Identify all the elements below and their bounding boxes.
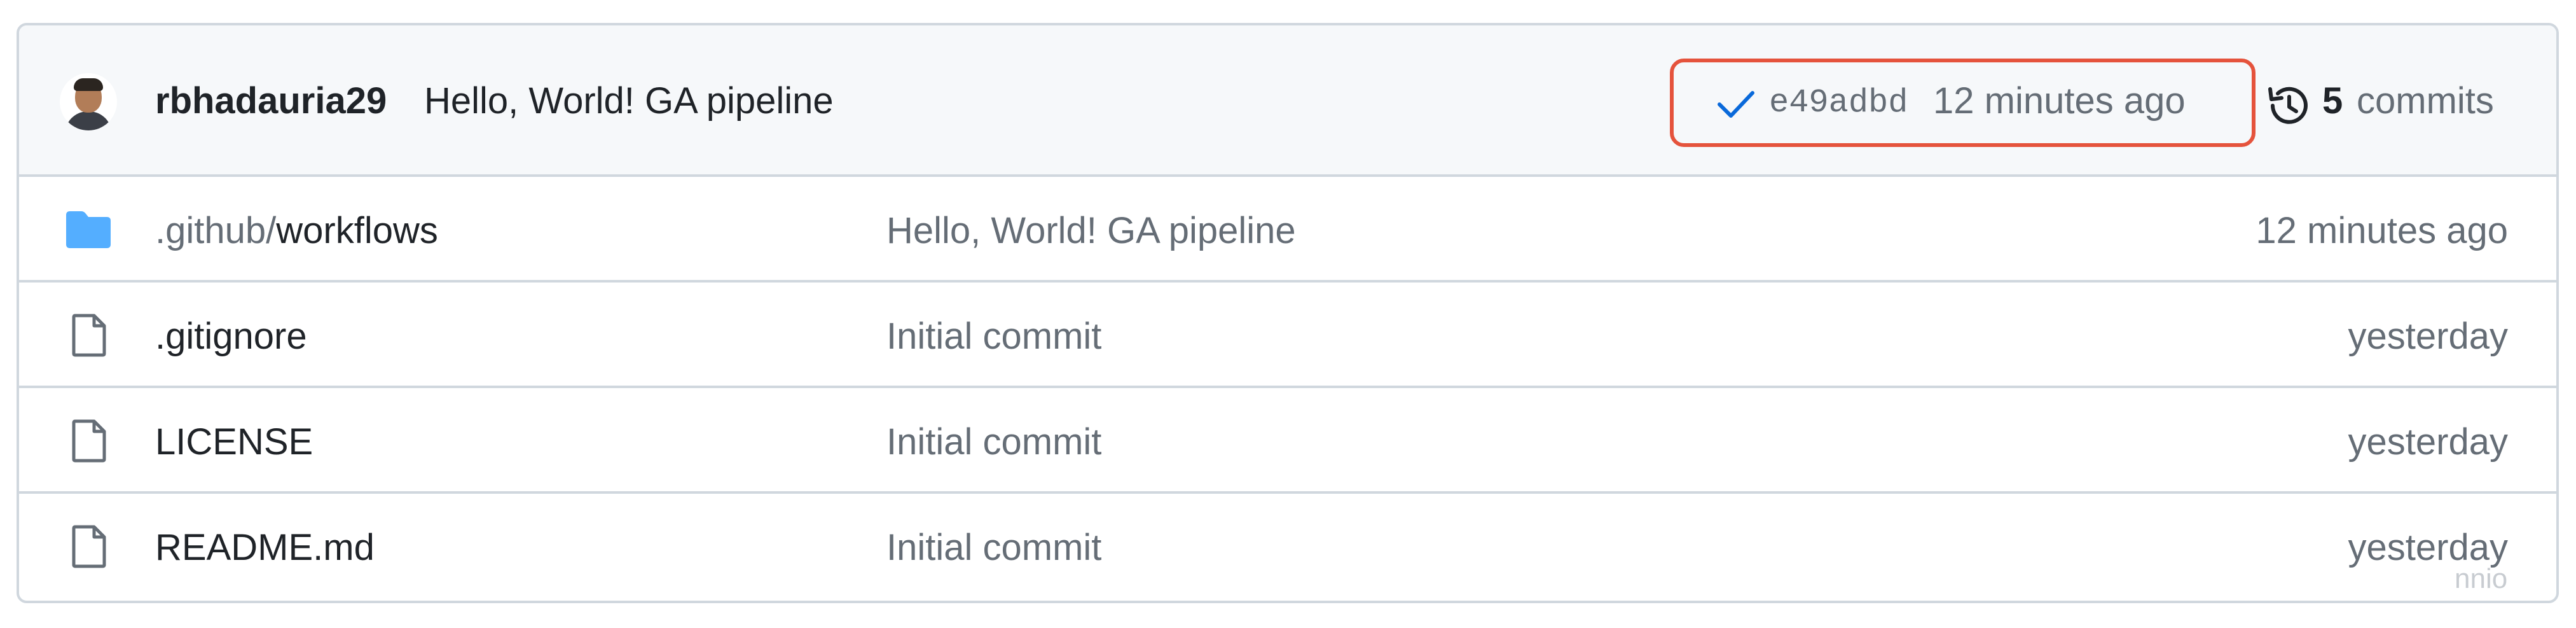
check-icon[interactable] xyxy=(1711,81,1761,126)
history-icon[interactable] xyxy=(2264,81,2312,130)
folder-path-prefix: .github/ xyxy=(155,210,277,251)
file-name-link[interactable]: .gitignore xyxy=(155,318,307,355)
folder-icon xyxy=(66,211,111,248)
file-row-readme[interactable]: README.md Initial commit yesterday xyxy=(19,494,2556,599)
file-row-license[interactable]: LICENSE Initial commit yesterday xyxy=(19,388,2556,494)
file-commit-message-link[interactable]: Initial commit xyxy=(886,424,1101,461)
commit-message-link[interactable]: Hello, World! GA pipeline xyxy=(424,83,834,120)
commits-link[interactable]: commits xyxy=(2357,83,2494,120)
watermark: nnio xyxy=(2455,563,2508,594)
file-name-link[interactable]: LICENSE xyxy=(155,424,313,461)
file-name-link[interactable]: README.md xyxy=(155,529,375,566)
file-icon xyxy=(72,525,106,568)
commit-time: 12 minutes ago xyxy=(1933,80,2186,122)
file-commit-age: yesterday xyxy=(2348,527,2508,568)
file-commit-message-link[interactable]: Initial commit xyxy=(886,318,1101,355)
file-icon xyxy=(72,419,106,463)
file-row-workflows[interactable]: .github/workflows Hello, World! GA pipel… xyxy=(19,177,2556,283)
file-commit-message-link[interactable]: Hello, World! GA pipeline xyxy=(886,213,1296,249)
repository-file-listing: rbhadauria29 Hello, World! GA pipeline e… xyxy=(17,23,2559,603)
file-commit-age: yesterday xyxy=(2348,316,2508,357)
commit-sha-link[interactable]: e49adbd xyxy=(1769,87,1908,120)
file-icon xyxy=(72,314,106,357)
commits-count[interactable]: 5 xyxy=(2322,83,2343,120)
commit-author-link[interactable]: rbhadauria29 xyxy=(155,83,387,120)
file-commit-message-link[interactable]: Initial commit xyxy=(886,529,1101,566)
folder-name: workflows xyxy=(276,210,438,251)
file-name-link[interactable]: .github/workflows xyxy=(155,213,438,249)
file-commit-age: 12 minutes ago xyxy=(2256,210,2508,251)
latest-commit-bar: rbhadauria29 Hello, World! GA pipeline e… xyxy=(19,25,2556,177)
file-commit-age: yesterday xyxy=(2348,421,2508,463)
file-row-gitignore[interactable]: .gitignore Initial commit yesterday xyxy=(19,283,2556,388)
avatar[interactable] xyxy=(60,73,117,130)
